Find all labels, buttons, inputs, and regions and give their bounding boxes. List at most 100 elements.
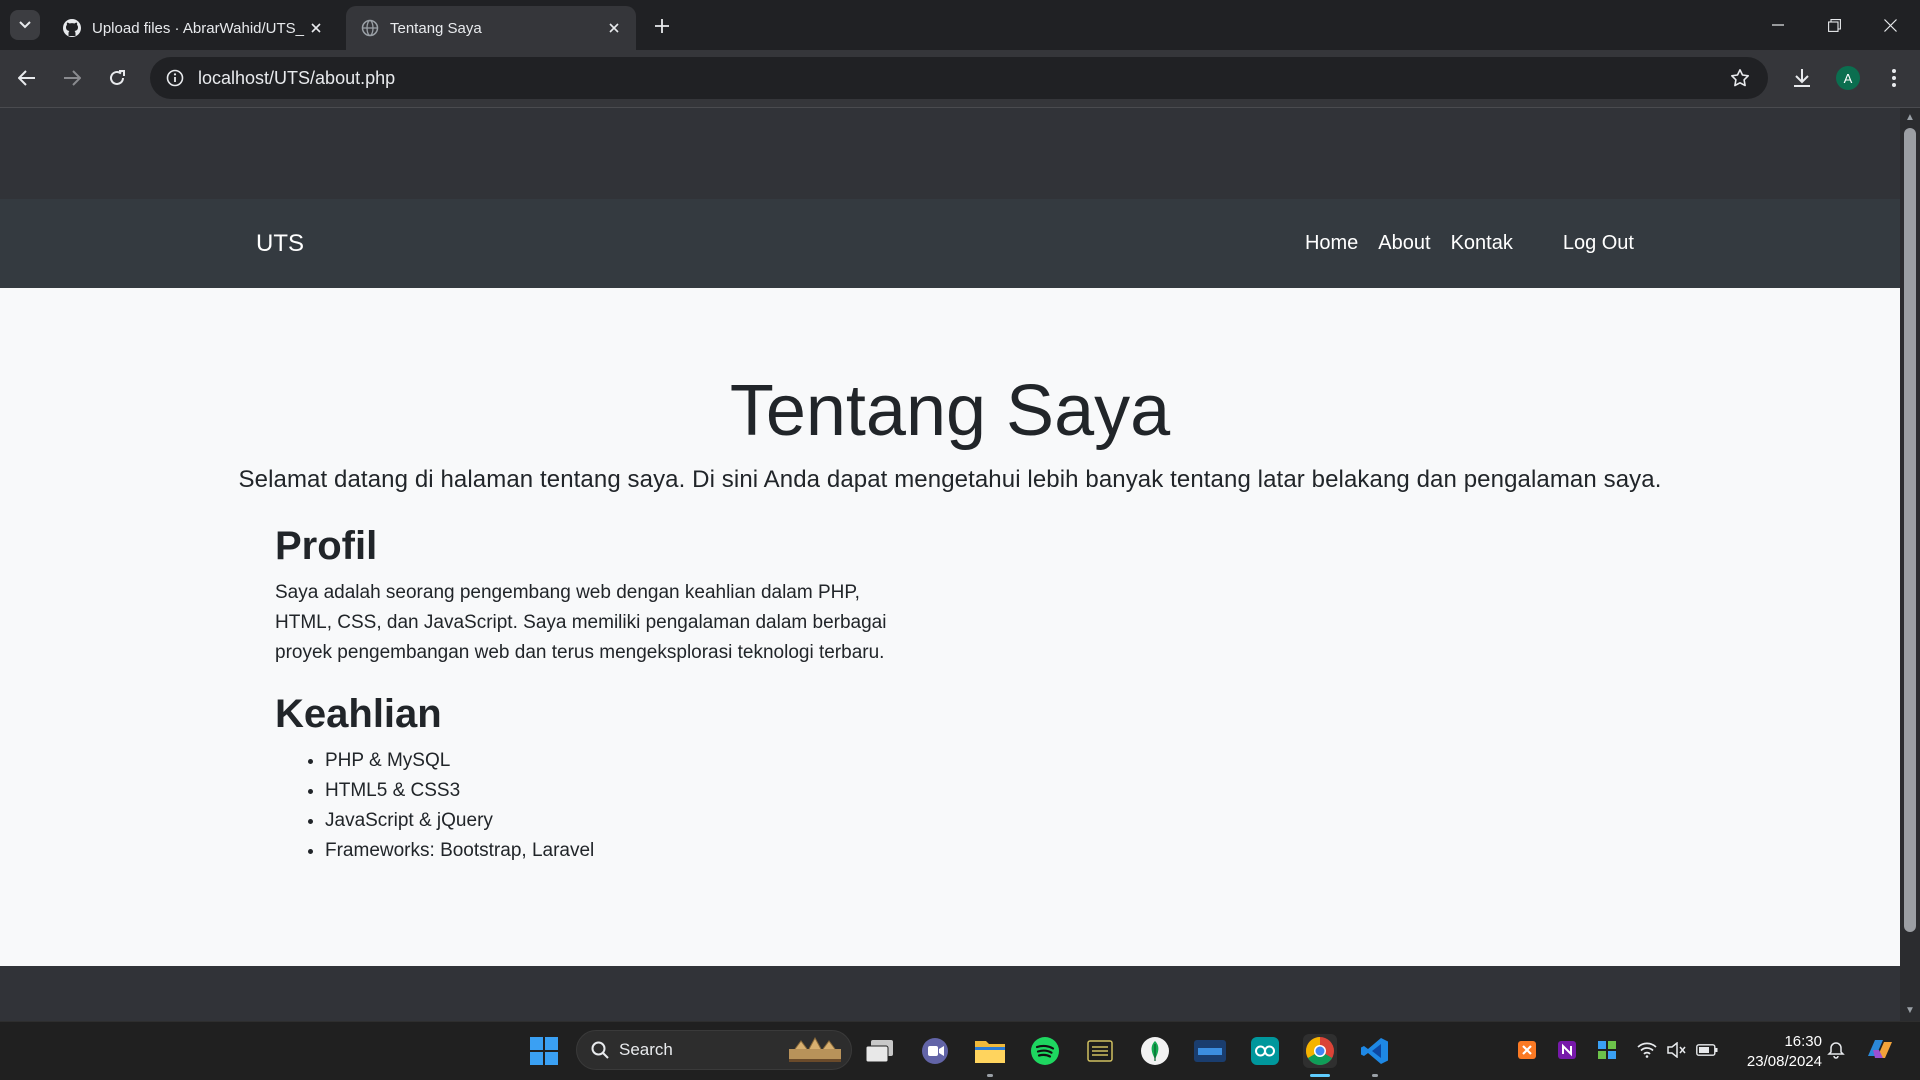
profile-avatar[interactable]: A [1836,66,1860,90]
profile-heading: Profil [275,524,378,568]
download-icon [1794,69,1810,87]
profile-line: Saya adalah seorang pengembang web denga… [275,582,860,603]
onenote-tray-icon[interactable] [1555,1038,1579,1062]
reload-icon [110,70,125,85]
taskbar-search[interactable]: Search [576,1030,852,1070]
logout-link[interactable]: Log Out [1563,232,1634,255]
battery-icon[interactable] [1695,1038,1719,1062]
tab-search-button[interactable] [10,10,40,40]
site-info-icon[interactable] [164,67,186,89]
volume-muted-icon[interactable] [1665,1038,1689,1062]
search-icon [591,1041,609,1059]
folder-icon [975,1041,1005,1063]
notification-bell-icon[interactable] [1824,1038,1848,1062]
skills-section: Keahlian [275,692,442,737]
list-item: Frameworks: Bootstrap, Laravel [325,836,594,866]
globe-icon [360,18,380,38]
back-button[interactable] [9,60,45,96]
taskbar: Search 16:30 23/08/2024 [0,1021,1920,1080]
reload-button[interactable] [99,60,135,96]
search-label: Search [619,1040,673,1059]
scroll-up-arrow-icon[interactable]: ▲ [1904,112,1916,123]
tab-tentang-saya[interactable]: Tentang Saya [346,6,636,50]
nav-link-about[interactable]: About [1378,232,1430,255]
nav-link-home[interactable]: Home [1305,232,1358,255]
wifi-icon[interactable] [1635,1038,1659,1062]
main-content: Tentang Saya Selamat datang di halaman t… [0,288,1900,966]
vscode-button[interactable] [1358,1034,1392,1068]
downloads-button[interactable] [1784,60,1820,96]
plus-icon [655,19,669,33]
close-icon [1883,18,1897,32]
page-viewport: UTS Home About Kontak Log Out Tentang Sa… [0,108,1900,1021]
windows-logo-icon [530,1037,558,1065]
mongodb-compass-button[interactable] [1138,1034,1172,1068]
windows-start-button[interactable] [527,1034,561,1068]
system-clock[interactable]: 16:30 23/08/2024 [1736,1032,1822,1072]
active-indicator [1310,1074,1330,1077]
minimize-button[interactable] [1750,0,1806,50]
app-button[interactable] [1083,1034,1117,1068]
task-view-icon [865,1040,893,1063]
skills-heading: Keahlian [275,692,442,736]
copilot-icon[interactable] [1864,1035,1896,1063]
tab-title: Tentang Saya [390,19,482,37]
close-window-button[interactable] [1862,0,1918,50]
arduino-button[interactable] [1248,1034,1282,1068]
clock-date: 23/08/2024 [1746,1053,1822,1070]
close-icon[interactable] [306,18,326,38]
skills-list: PHP & MySQL HTML5 & CSS3 JavaScript & jQ… [275,746,594,866]
search-highlight-icon [789,1036,841,1062]
spotify-button[interactable] [1028,1034,1062,1068]
minimize-icon [1772,24,1784,26]
profile-section: Profil [275,524,377,569]
list-item: PHP & MySQL [325,746,594,776]
scrollbar-thumb[interactable] [1904,128,1916,932]
tab-upload-files[interactable]: Upload files · AbrarWahid/UTS_ [48,6,338,50]
scroll-down-arrow-icon[interactable]: ▼ [1904,1005,1916,1016]
page-title: Tentang Saya [729,371,1171,451]
leaf-icon [1141,1037,1169,1065]
file-explorer-button[interactable] [973,1034,1007,1068]
menu-button[interactable] [1876,60,1912,96]
restore-button[interactable] [1806,0,1862,50]
chrome-button[interactable] [1303,1034,1337,1068]
chrome-icon [1306,1037,1334,1065]
list-item: HTML5 & CSS3 [325,776,594,806]
teams-chat-button[interactable] [918,1034,952,1068]
arrow-left-icon [18,70,35,86]
open-indicator [987,1074,993,1077]
forward-button[interactable] [54,60,90,96]
navbar-links: Home About Kontak Log Out [1285,199,1634,288]
restore-icon [1827,18,1841,32]
page-footer [0,966,1900,1021]
url-text: localhost/UTS/about.php [198,67,396,88]
festo-button[interactable] [1193,1034,1227,1068]
spotify-icon [1031,1037,1059,1065]
profile-text: Saya adalah seorang pengembang web denga… [275,578,935,668]
nav-link-kontak[interactable]: Kontak [1451,232,1513,255]
close-icon[interactable] [604,18,624,38]
arduino-icon [1251,1037,1279,1065]
new-tab-button[interactable] [648,12,676,40]
festo-icon [1194,1040,1226,1062]
clock-time: 16:30 [1784,1033,1822,1050]
app-icon [1087,1040,1113,1062]
xampp-tray-icon[interactable] [1515,1038,1539,1062]
profile-line: HTML, CSS, dan JavaScript. Saya memiliki… [275,612,887,633]
navbar-brand[interactable]: UTS [256,199,304,288]
site-navbar: UTS Home About Kontak Log Out [0,199,1900,288]
widget-tray-icon[interactable] [1595,1038,1619,1062]
address-bar[interactable]: localhost/UTS/about.php [150,57,1768,99]
browser-toolbar: localhost/UTS/about.php A [0,50,1920,108]
bookmark-star-icon[interactable] [1722,60,1758,96]
list-item: JavaScript & jQuery [325,806,594,836]
vscode-icon [1361,1038,1388,1064]
chevron-down-icon [19,21,31,29]
arrow-right-icon [64,70,81,86]
task-view-button[interactable] [863,1034,897,1068]
profile-line: proyek pengembangan web dan terus mengek… [275,642,885,663]
tab-title: Upload files · AbrarWahid/UTS_ [92,19,305,37]
open-indicator [1372,1074,1378,1077]
more-vertical-icon [1892,69,1896,87]
